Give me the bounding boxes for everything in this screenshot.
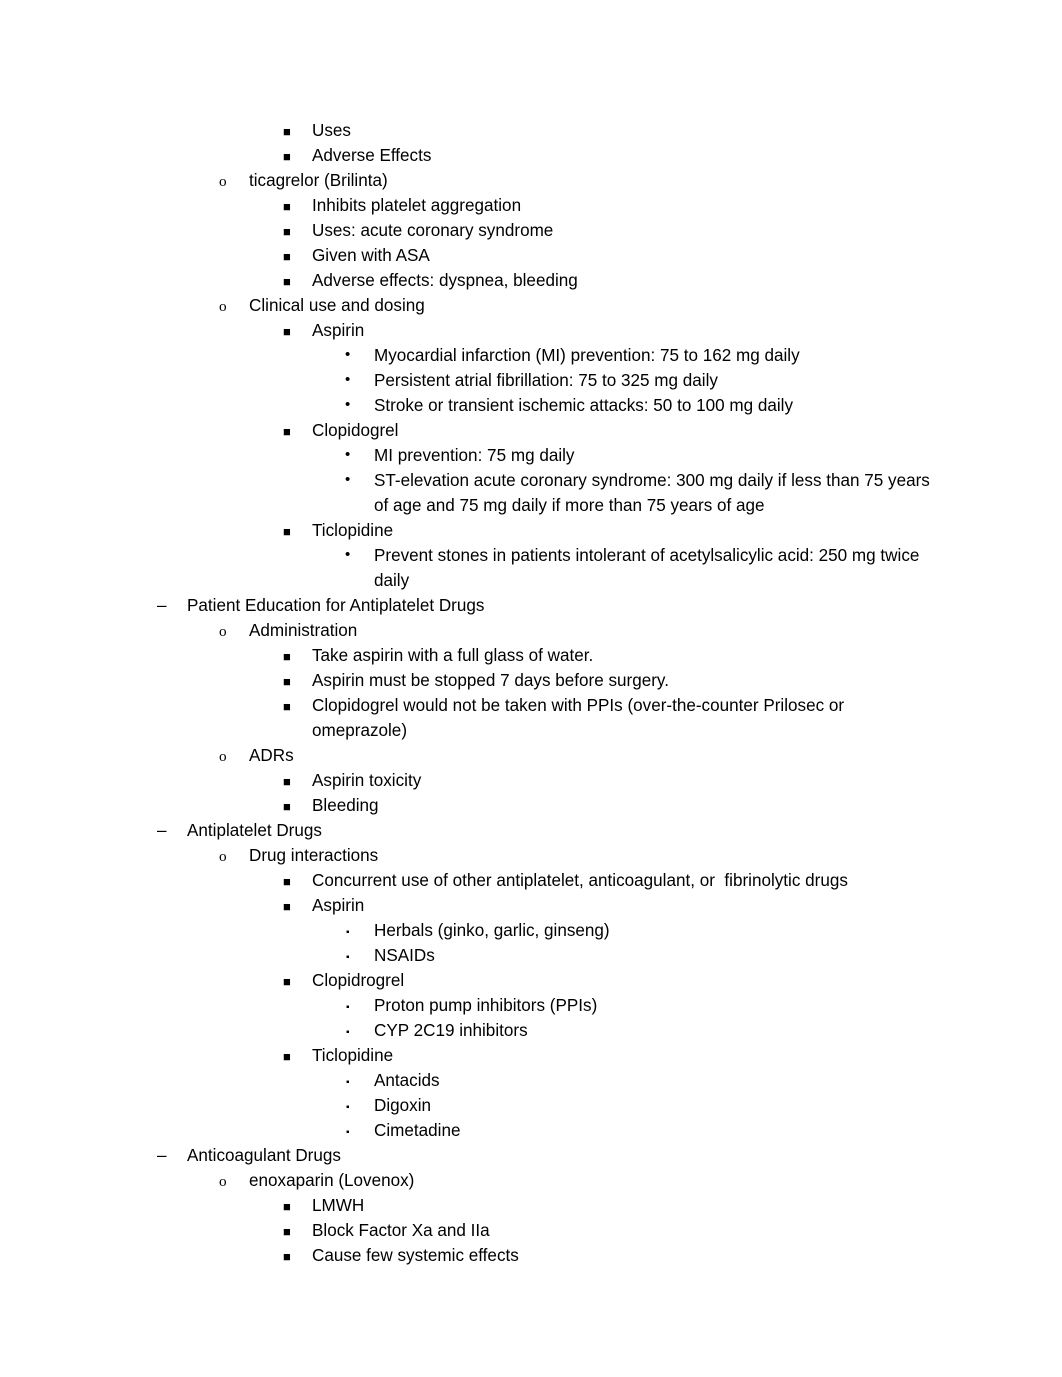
outline-item: – Patient Education for Antiplatelet Drug…	[0, 593, 1062, 618]
outline-item-text: Uses	[312, 121, 351, 140]
outline-item-text: Persistent atrial fibrillation: 75 to 32…	[374, 371, 718, 390]
outline-item: ■ Uses: acute coronary syndrome	[0, 218, 1062, 243]
outline-item: o ticagrelor (Brilinta)	[0, 168, 1062, 193]
outline-item: o ADRs	[0, 743, 1062, 768]
outline-item: o Drug interactions	[0, 843, 1062, 868]
outline-item: ▪ CYP 2C19 inhibitors	[0, 1018, 1062, 1043]
outline-item: ▪ NSAIDs	[0, 943, 1062, 968]
outline-item-text: Concurrent use of other antiplatelet, an…	[312, 871, 848, 890]
outline-item: – Anticoagulant Drugs	[0, 1143, 1062, 1168]
outline-item-text: LMWH	[312, 1196, 365, 1215]
outline-item: • Persistent atrial fibrillation: 75 to 3…	[0, 368, 1062, 393]
outline-item-text: Aspirin toxicity	[312, 771, 422, 790]
outline-item-text: Clopidrogrel	[312, 971, 405, 990]
outline-item-text: Herbals (ginko, garlic, ginseng)	[374, 921, 610, 940]
outline-item: ■ Aspirin must be stopped 7 days before s…	[0, 668, 1062, 693]
outline-item-text: Drug interactions	[249, 846, 379, 865]
outline-item-text: Cause few systemic effects	[312, 1246, 519, 1265]
outline-item: ■ Clopidrogrel	[0, 968, 1062, 993]
outline-item-text: Adverse effects: dyspnea, bleeding	[312, 271, 578, 290]
outline-item-text: Cimetadine	[374, 1121, 461, 1140]
outline-item: ■ Adverse Effects	[0, 143, 1062, 168]
outline-item-text: enoxaparin (Lovenox)	[249, 1171, 415, 1190]
outline-item: ■ Block Factor Xa and IIa	[0, 1218, 1062, 1243]
outline-item-text: ADRs	[249, 746, 294, 765]
outline-item: • MI prevention: 75 mg daily	[0, 443, 1062, 468]
outline-item: ■ Cause few systemic effects	[0, 1243, 1062, 1268]
outline-item-text: Prevent stones in patients intolerant of…	[374, 546, 925, 590]
outline-item: ■ Aspirin toxicity	[0, 768, 1062, 793]
outline-item: o enoxaparin (Lovenox)	[0, 1168, 1062, 1193]
outline-item-text: Block Factor Xa and IIa	[312, 1221, 490, 1240]
outline-item-text: Administration	[249, 621, 358, 640]
outline-item-text: Bleeding	[312, 796, 379, 815]
outline-item-text: Inhibits platelet aggregation	[312, 196, 522, 215]
outline-item: • Myocardial infarction (MI) prevention: …	[0, 343, 1062, 368]
outline-item-text: Ticlopidine	[312, 1046, 394, 1065]
outline-item-text: NSAIDs	[374, 946, 435, 965]
outline-item: • ST-elevation acute coronary syndrome: 3…	[0, 468, 1062, 518]
outline-item: ■ Aspirin	[0, 893, 1062, 918]
outline-item: ▪ Cimetadine	[0, 1118, 1062, 1143]
outline-item: o Clinical use and dosing	[0, 293, 1062, 318]
outline-item: ■ Bleeding	[0, 793, 1062, 818]
outline-item: ■ Clopidogrel	[0, 418, 1062, 443]
outline-item-text: Given with ASA	[312, 246, 430, 265]
outline-item: ■ Ticlopidine	[0, 1043, 1062, 1068]
outline-item: o Administration	[0, 618, 1062, 643]
outline-item: – Antiplatelet Drugs	[0, 818, 1062, 843]
outline-item: ■ Clopidogrel would not be taken with PPI…	[0, 693, 1062, 743]
outline-item: ■ Concurrent use of other antiplatelet, a…	[0, 868, 1062, 893]
outline-item: ▪ Antacids	[0, 1068, 1062, 1093]
outline-item-text: Antiplatelet Drugs	[187, 821, 322, 840]
outline-item: ▪ Digoxin	[0, 1093, 1062, 1118]
outline-item-text: Aspirin	[312, 896, 365, 915]
outline-item: ■ Take aspirin with a full glass of water…	[0, 643, 1062, 668]
outline-item: ▪ Herbals (ginko, garlic, ginseng)	[0, 918, 1062, 943]
outline-item: • Prevent stones in patients intolerant o…	[0, 543, 1062, 593]
outline-item-text: Clopidogrel	[312, 421, 399, 440]
outline-item-text: Patient Education for Antiplatelet Drugs	[187, 596, 485, 615]
outline-item-text: Adverse Effects	[312, 146, 432, 165]
outline-item: ■ LMWH	[0, 1193, 1062, 1218]
outline-item-text: Take aspirin with a full glass of water.	[312, 646, 594, 665]
outline-item-text: MI prevention: 75 mg daily	[374, 446, 575, 465]
outline-item: ■ Inhibits platelet aggregation	[0, 193, 1062, 218]
document-page: ■ Uses ■ Adverse Effects o ticagrelor (Brilin…	[0, 0, 1062, 1377]
outline-item-text: ticagrelor (Brilinta)	[249, 171, 388, 190]
outline-item-text: Antacids	[374, 1071, 440, 1090]
outline-list: ■ Uses ■ Adverse Effects o ticagrelor (Brilin…	[0, 118, 1062, 1268]
outline-item-text: ST-elevation acute coronary syndrome: 30…	[374, 471, 935, 515]
outline-item-text: Aspirin	[312, 321, 365, 340]
outline-item: ■ Uses	[0, 118, 1062, 143]
outline-item-text: Ticlopidine	[312, 521, 394, 540]
outline-item-text: Anticoagulant Drugs	[187, 1146, 341, 1165]
outline-item-text: Proton pump inhibitors (PPIs)	[374, 996, 598, 1015]
outline-item: ▪ Proton pump inhibitors (PPIs)	[0, 993, 1062, 1018]
outline-item-text: Clopidogrel would not be taken with PPIs…	[312, 696, 849, 740]
outline-item-text: Digoxin	[374, 1096, 432, 1115]
outline-item: ■ Given with ASA	[0, 243, 1062, 268]
outline-item: • Stroke or transient ischemic attacks: 5…	[0, 393, 1062, 418]
outline-item-text: Stroke or transient ischemic attacks: 50…	[374, 396, 793, 415]
outline-item-text: Aspirin must be stopped 7 days before su…	[312, 671, 669, 690]
outline-item: ■ Adverse effects: dyspnea, bleeding	[0, 268, 1062, 293]
outline-item: ■ Ticlopidine	[0, 518, 1062, 543]
outline-item-text: CYP 2C19 inhibitors	[374, 1021, 528, 1040]
outline-item-text: Myocardial infarction (MI) prevention: 7…	[374, 346, 800, 365]
outline-item-text: Uses: acute coronary syndrome	[312, 221, 554, 240]
outline-item: ■ Aspirin	[0, 318, 1062, 343]
outline-item-text: Clinical use and dosing	[249, 296, 425, 315]
